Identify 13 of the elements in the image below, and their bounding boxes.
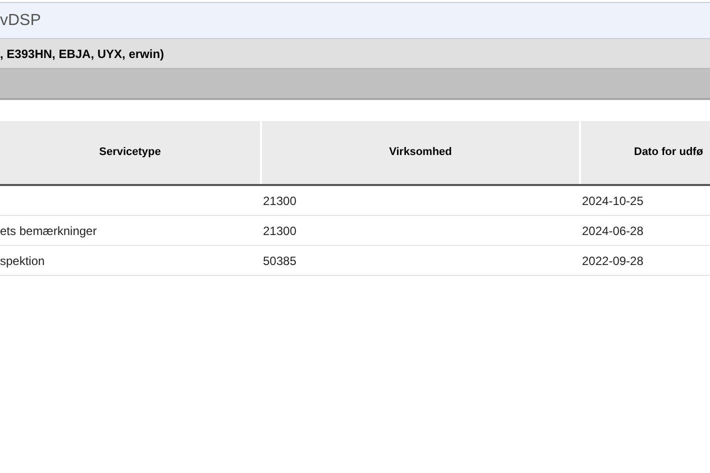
- column-header: Dato for udfø: [579, 121, 710, 184]
- table-cell: ets bemærkninger: [0, 224, 97, 238]
- table-cell: 21300: [263, 224, 296, 238]
- table-cell: 50385: [263, 254, 296, 268]
- table-cell: 2022-09-28: [582, 254, 644, 268]
- table-cell: 21300: [263, 194, 296, 208]
- column-header: Virksomhed: [260, 121, 579, 184]
- table-cell: 2024-10-25: [582, 194, 644, 208]
- info-text: , E393HN, EBJA, UYX, erwin): [0, 46, 164, 62]
- table-cell: 2024-06-28: [582, 224, 644, 238]
- column-header: Servicetype: [0, 121, 260, 184]
- table-cell: spektion: [0, 254, 45, 268]
- window-title: vDSP: [0, 10, 41, 30]
